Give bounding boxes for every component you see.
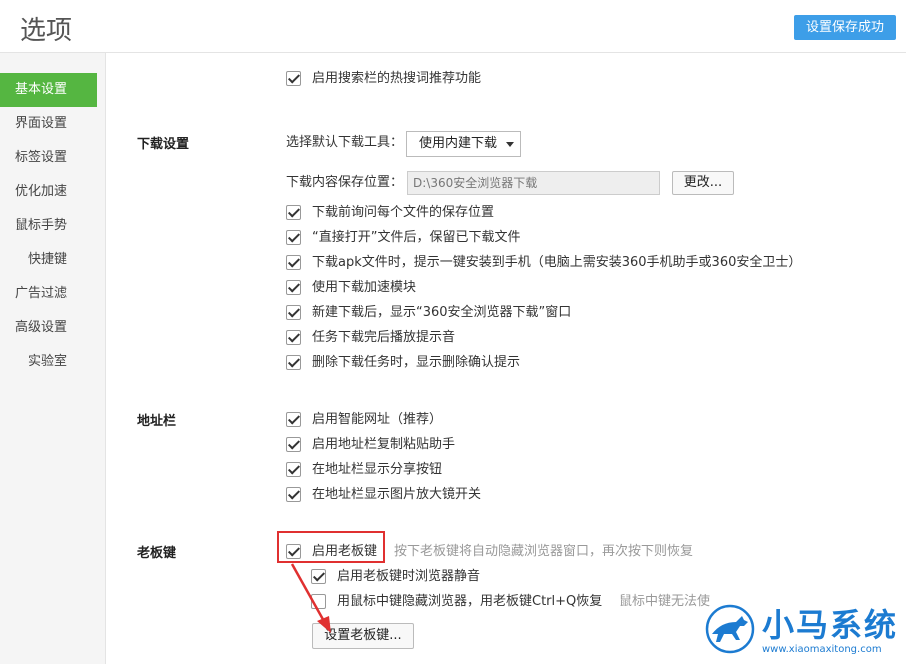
sidebar-item-label: 优化加速 (15, 184, 68, 199)
sidebar-item-label: 基本设置 (15, 82, 68, 97)
checkbox-checked-icon[interactable] (286, 305, 301, 320)
download-path-input[interactable]: D:\360安全浏览器下载 (407, 171, 660, 195)
annotation-arrow-icon (290, 563, 331, 633)
section-title-bosskey: 老板键 (137, 546, 177, 561)
checkbox-checked-icon[interactable] (286, 71, 301, 86)
bosskey-middle-hint: 鼠标中键无法使 (619, 594, 711, 609)
settings-content: 启用搜索栏的热搜词推荐功能 下载设置 选择默认下载工具： 使用内建下载 下载内容… (107, 53, 906, 664)
checkbox-checked-icon[interactable] (286, 230, 301, 245)
sidebar-item-tabs[interactable]: 标签设置 (0, 141, 97, 175)
download-path-label: 下载内容保存位置： (286, 175, 404, 190)
chevron-down-icon (506, 142, 514, 147)
sidebar-item-label: 实验室 (28, 354, 68, 369)
watermark: 小马系统 www.xiaomaxitong.com (702, 600, 902, 660)
checkbox-checked-icon[interactable] (286, 487, 301, 502)
save-status-badge: 设置保存成功 (793, 15, 896, 40)
sidebar-item-lab[interactable]: 实验室 (0, 345, 97, 379)
sidebar-item-basic[interactable]: 基本设置 (0, 73, 97, 107)
sidebar-item-label: 界面设置 (15, 116, 68, 131)
horse-logo-icon (705, 604, 755, 654)
checkbox-checked-icon[interactable] (286, 280, 301, 295)
sidebar-item-interface[interactable]: 界面设置 (0, 107, 97, 141)
download-tool-select[interactable]: 使用内建下载 (406, 131, 521, 157)
sidebar-item-optimize[interactable]: 优化加速 (0, 175, 97, 209)
sidebar-item-label: 快捷键 (28, 252, 68, 267)
sidebar-item-adblock[interactable]: 广告过滤 (0, 277, 97, 311)
sidebar-item-label: 鼠标手势 (15, 218, 68, 233)
sidebar: 基本设置 界面设置 标签设置 优化加速 鼠标手势 快捷键 广告过滤 高级设置 实… (0, 53, 106, 664)
sidebar-item-advanced[interactable]: 高级设置 (0, 311, 97, 345)
sidebar-item-label: 广告过滤 (15, 286, 68, 301)
sidebar-item-label: 标签设置 (15, 150, 68, 165)
change-path-button[interactable]: 更改... (672, 171, 734, 195)
checkbox-checked-icon[interactable] (286, 355, 301, 370)
checkbox-checked-icon[interactable] (286, 412, 301, 427)
section-title-addressbar: 地址栏 (137, 414, 177, 429)
window-header: 选项 设置保存成功 (0, 0, 906, 53)
watermark-brand: 小马系统 (762, 606, 899, 644)
sidebar-item-label: 高级设置 (15, 320, 68, 335)
section-title-download: 下载设置 (137, 137, 190, 152)
checkbox-checked-icon[interactable] (286, 544, 301, 559)
bosskey-enable-hint: 按下老板键将自动隐藏浏览器窗口，再次按下则恢复 (394, 544, 694, 559)
checkbox-checked-icon[interactable] (286, 205, 301, 220)
checkbox-checked-icon[interactable] (286, 330, 301, 345)
checkbox-checked-icon[interactable] (286, 462, 301, 477)
watermark-url: www.xiaomaxitong.com (762, 644, 882, 655)
sidebar-item-mouse-gesture[interactable]: 鼠标手势 (0, 209, 97, 243)
sidebar-item-shortcuts[interactable]: 快捷键 (0, 243, 97, 277)
checkbox-checked-icon[interactable] (286, 437, 301, 452)
download-tool-label: 选择默认下载工具： (286, 135, 404, 150)
checkbox-checked-icon[interactable] (286, 255, 301, 270)
page-title: 选项 (20, 16, 73, 46)
